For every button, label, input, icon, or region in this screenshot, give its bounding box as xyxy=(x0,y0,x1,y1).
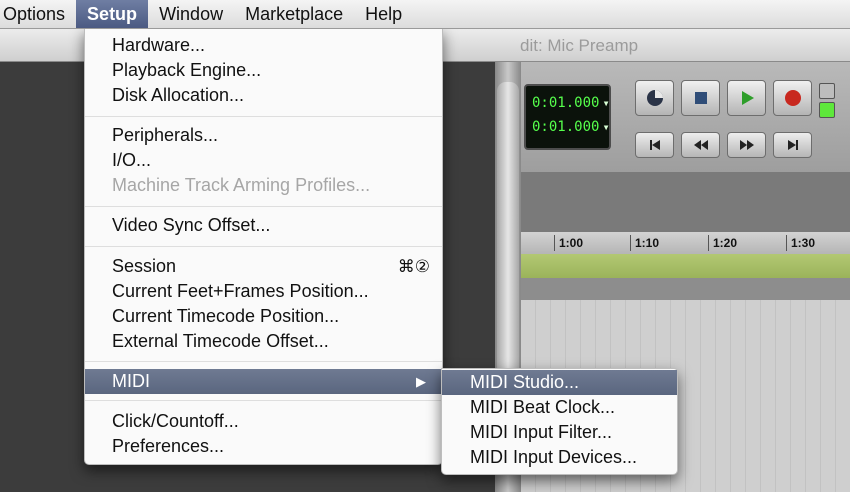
main-counter[interactable]: 0:01.000 xyxy=(532,94,610,112)
ruler-tick: 1:00 xyxy=(554,235,583,251)
submenu-item-midi-input-devices[interactable]: MIDI Input Devices... xyxy=(442,445,677,470)
menu-marketplace[interactable]: Marketplace xyxy=(234,0,354,28)
rewind-button[interactable] xyxy=(681,132,720,158)
menu-item-io[interactable]: I/O... xyxy=(85,148,442,173)
record-icon xyxy=(784,90,801,106)
menu-item-video-sync-offset[interactable]: Video Sync Offset... xyxy=(85,213,442,238)
menu-separator xyxy=(85,116,442,117)
midi-submenu: MIDI Studio... MIDI Beat Clock... MIDI I… xyxy=(441,368,678,475)
edit-window-title: dit: Mic Preamp xyxy=(520,36,639,55)
menu-item-playback-engine[interactable]: Playback Engine... xyxy=(85,58,442,83)
ruler-tick: 1:10 xyxy=(630,235,659,251)
ruler-header-area xyxy=(521,172,850,232)
sub-counter[interactable]: 0:01.000 xyxy=(532,118,610,136)
stop-icon xyxy=(694,92,707,104)
track-separator xyxy=(521,278,850,300)
play-button[interactable] xyxy=(727,80,766,116)
menu-item-click-countoff[interactable]: Click/Countoff... xyxy=(85,409,442,434)
menu-separator xyxy=(85,206,442,207)
play-icon xyxy=(741,91,754,105)
return-to-zero-button[interactable] xyxy=(635,132,674,158)
menu-item-session-label: Session xyxy=(112,256,177,276)
menu-separator xyxy=(85,361,442,362)
menu-help[interactable]: Help xyxy=(354,0,413,28)
rewind-icon xyxy=(693,140,708,150)
menu-item-midi[interactable]: MIDI ▶ xyxy=(85,369,442,394)
menu-item-timecode-position[interactable]: Current Timecode Position... xyxy=(85,304,442,329)
indicator-led-green[interactable] xyxy=(819,102,835,118)
menu-item-hardware[interactable]: Hardware... xyxy=(85,33,442,58)
marker-ruler-band[interactable] xyxy=(521,254,850,278)
menu-item-external-timecode-offset[interactable]: External Timecode Offset... xyxy=(85,329,442,354)
menu-bar: Options Setup Window Marketplace Help xyxy=(0,0,850,29)
setup-menu: Hardware... Playback Engine... Disk Allo… xyxy=(84,28,443,465)
go-to-end-button[interactable] xyxy=(773,132,812,158)
menu-separator xyxy=(85,400,442,401)
menu-item-preferences[interactable]: Preferences... xyxy=(85,434,442,459)
submenu-item-midi-beat-clock[interactable]: MIDI Beat Clock... xyxy=(442,395,677,420)
session-shortcut: ⌘② xyxy=(397,257,430,276)
stop-button[interactable] xyxy=(681,80,720,116)
menu-window[interactable]: Window xyxy=(148,0,234,28)
menu-setup[interactable]: Setup xyxy=(76,0,149,28)
menu-item-feet-frames-position[interactable]: Current Feet+Frames Position... xyxy=(85,279,442,304)
menu-item-midi-label: MIDI xyxy=(112,371,150,391)
ruler-tick: 1:20 xyxy=(708,235,737,251)
menu-item-peripherals[interactable]: Peripherals... xyxy=(85,123,442,148)
menu-item-disk-allocation[interactable]: Disk Allocation... xyxy=(85,83,442,108)
fast-forward-icon xyxy=(739,140,754,150)
fast-forward-button[interactable] xyxy=(727,132,766,158)
menu-separator xyxy=(85,246,442,247)
return-to-zero-icon xyxy=(649,140,660,150)
menu-options[interactable]: Options xyxy=(0,0,76,28)
ruler-tick: 1:30 xyxy=(786,235,815,251)
submenu-item-midi-studio[interactable]: MIDI Studio... xyxy=(442,370,677,395)
submenu-item-midi-input-filter[interactable]: MIDI Input Filter... xyxy=(442,420,677,445)
online-button[interactable] xyxy=(635,80,674,116)
menu-item-session[interactable]: Session ⌘② xyxy=(85,254,442,279)
counter-display: 0:01.000 0:01.000 xyxy=(524,84,611,150)
submenu-arrow-icon: ▶ xyxy=(416,374,426,389)
clock-icon xyxy=(646,90,663,106)
indicator-led-top[interactable] xyxy=(819,83,835,99)
record-button[interactable] xyxy=(773,80,812,116)
go-to-end-icon xyxy=(787,140,798,150)
menu-item-machine-track-arming: Machine Track Arming Profiles... xyxy=(112,175,371,195)
